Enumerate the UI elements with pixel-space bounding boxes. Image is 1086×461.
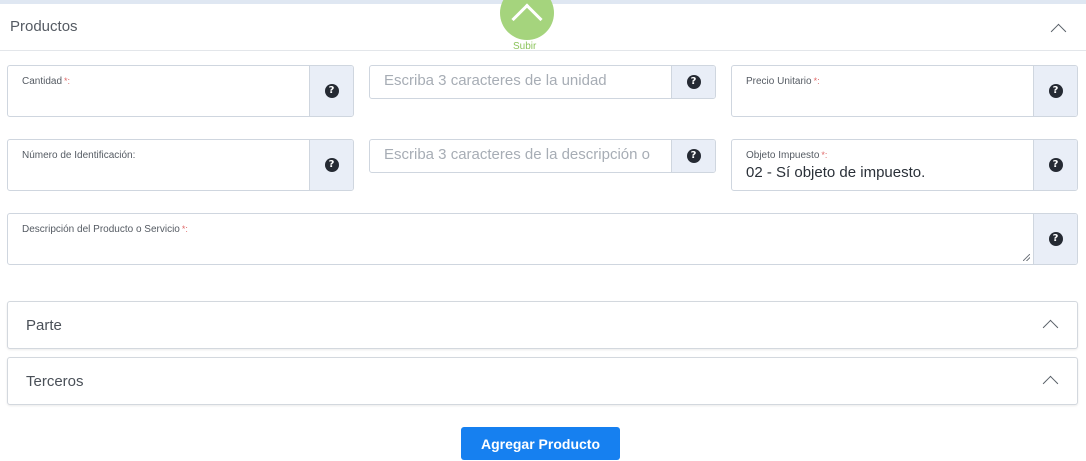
chevron-up-icon[interactable] — [1050, 23, 1067, 40]
descripcion-producto-label: Descripción del Producto o Servicio *: — [22, 224, 188, 235]
terceros-accordion[interactable]: Terceros — [7, 357, 1078, 405]
precio-unitario-help-button[interactable]: ? — [1033, 66, 1077, 116]
objeto-impuesto-value: 02 - Sí objeto de impuesto. — [746, 164, 926, 181]
unidad-search-input[interactable]: Escriba 3 caracteres de la unidad ? — [369, 65, 716, 99]
numero-identificacion-field[interactable]: Número de Identificación: ? — [7, 139, 354, 191]
cantidad-help-button[interactable]: ? — [309, 66, 353, 116]
descripcion-search-input[interactable]: Escriba 3 caracteres de la descripción o… — [369, 139, 716, 173]
question-circle-icon: ? — [1048, 232, 1063, 246]
numero-identificacion-help-button[interactable]: ? — [309, 140, 353, 190]
unidad-placeholder: Escriba 3 caracteres de la unidad — [384, 72, 607, 89]
parte-title: Parte — [26, 317, 62, 334]
cantidad-label: Cantidad *: — [22, 76, 71, 87]
parte-accordion[interactable]: Parte — [7, 301, 1078, 349]
objeto-impuesto-help-button[interactable]: ? — [1033, 140, 1077, 190]
unidad-help-button[interactable]: ? — [671, 66, 715, 98]
descripcion-producto-help-button[interactable]: ? — [1033, 214, 1077, 264]
numero-identificacion-label: Número de Identificación: — [22, 150, 136, 161]
precio-unitario-field[interactable]: Precio Unitario *: ? — [731, 65, 1078, 117]
panel-title: Productos — [10, 18, 78, 35]
descripcion-producto-textarea[interactable]: Descripción del Producto o Servicio *: ? — [7, 213, 1078, 265]
question-circle-icon: ? — [686, 149, 701, 163]
question-circle-icon: ? — [324, 158, 339, 172]
chevron-up-icon — [1042, 375, 1059, 392]
question-circle-icon: ? — [686, 75, 701, 89]
scroll-top-label: Subir — [513, 41, 537, 52]
cantidad-field[interactable]: Cantidad *: ? — [7, 65, 354, 117]
descripcion-placeholder: Escriba 3 caracteres de la descripción o — [384, 146, 650, 163]
objeto-impuesto-select[interactable]: Objeto Impuesto *: 02 - Sí objeto de impu… — [731, 139, 1078, 191]
descripcion-help-button[interactable]: ? — [671, 140, 715, 172]
chevron-up-icon — [511, 3, 543, 35]
precio-unitario-label: Precio Unitario *: — [746, 76, 820, 87]
question-circle-icon: ? — [1048, 84, 1063, 98]
chevron-up-icon — [1042, 319, 1059, 336]
resize-handle-icon[interactable] — [1023, 254, 1030, 261]
question-circle-icon: ? — [324, 84, 339, 98]
question-circle-icon: ? — [1048, 158, 1063, 172]
agregar-producto-button[interactable]: Agregar Producto — [461, 427, 620, 460]
terceros-title: Terceros — [26, 373, 84, 390]
objeto-impuesto-label: Objeto Impuesto *: — [746, 150, 828, 161]
